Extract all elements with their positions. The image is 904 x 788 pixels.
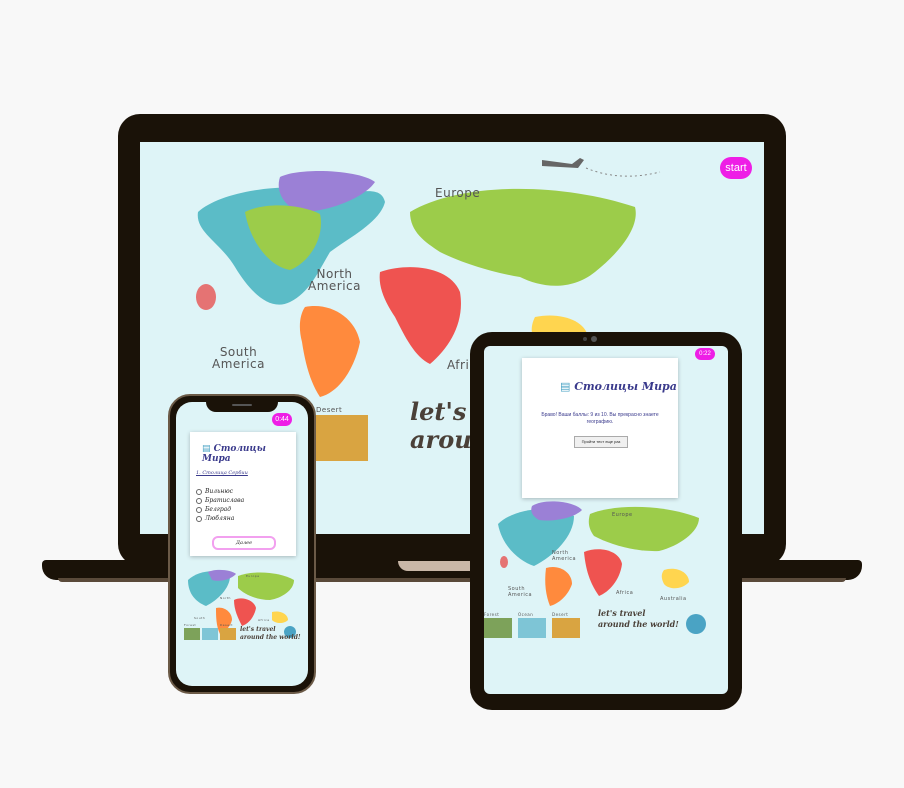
label-north-america: North America xyxy=(308,267,361,293)
label-south-america: South America xyxy=(212,345,265,371)
phone-label-africa: Africa xyxy=(258,618,270,622)
phone-slogan: let's travel around the world! xyxy=(240,626,301,641)
tablet-desert-picture xyxy=(552,618,580,638)
tablet-label-desert: Desert xyxy=(552,612,569,617)
tablet-balloon-icon xyxy=(500,556,508,568)
tablet-label-australia: Australia xyxy=(660,596,687,602)
tablet-camera xyxy=(583,336,603,342)
label-africa: Afri xyxy=(447,358,470,372)
tablet-label-ocean: Ocean xyxy=(518,612,534,617)
tablet-label-europe: Europe xyxy=(612,512,633,518)
tablet-label-forest: Forest xyxy=(484,612,500,617)
phone-speaker xyxy=(232,404,252,406)
phone-label-europe: Europe xyxy=(246,574,260,578)
phone-label-forest: Forest xyxy=(184,623,197,627)
label-desert: Desert xyxy=(316,406,343,414)
tablet-screen: ▤ Столицы Мира Браво! Ваши баллы: 9 из 1… xyxy=(484,346,728,694)
label-europe: Europe xyxy=(435,186,481,200)
start-button[interactable]: start xyxy=(720,157,752,179)
tablet-label-south-america: South America xyxy=(508,586,533,598)
phone-notch xyxy=(206,400,278,412)
desert-picture xyxy=(316,415,368,461)
phone-timer: 0:44 xyxy=(272,413,292,426)
tablet-ocean-picture xyxy=(518,618,546,638)
phone-label-desert: Desert xyxy=(220,623,233,627)
phone-label-north-america: North xyxy=(220,596,231,600)
hot-air-balloon-icon xyxy=(196,284,216,310)
tablet-slogan: let's travel around the world! xyxy=(598,608,679,629)
phone-label-south-america: South xyxy=(194,616,206,620)
phone-desert-picture xyxy=(220,628,236,640)
south-america-shape xyxy=(299,306,360,397)
africa-shape xyxy=(379,267,461,364)
airplane-icon xyxy=(542,158,584,168)
tablet-timer: 0:22 xyxy=(695,348,715,360)
tablet-forest-picture xyxy=(484,618,512,638)
tablet-label-africa: Africa xyxy=(616,590,634,596)
eurasia-shape xyxy=(410,188,636,286)
phone-world-map xyxy=(184,569,296,640)
phone-forest-picture xyxy=(184,628,200,640)
phone-screen: ▤ Столицы Мира 1. Столица Сербии Вильнюс… xyxy=(176,402,308,686)
phone-ocean-picture xyxy=(202,628,218,640)
tablet-globe-icon xyxy=(686,614,706,634)
tablet-label-north-america: North America xyxy=(552,550,577,562)
tablet-world-map xyxy=(484,501,706,638)
